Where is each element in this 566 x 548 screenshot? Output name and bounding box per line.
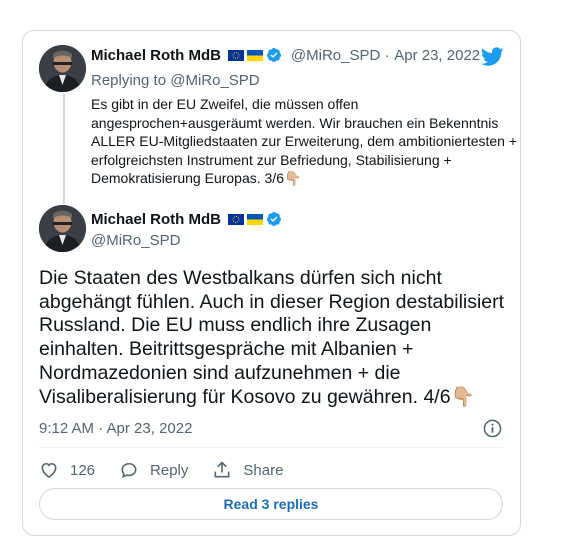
separator: · [384,47,390,64]
verified-badge-icon [267,48,282,62]
divider [39,447,503,448]
tweet-actions: 126 Reply Share [39,459,307,481]
quoted-tweet-header: Michael Roth MdB @MiRo_SPD · Apr 23, 202… [91,47,480,65]
ukraine-flag-icon [247,50,264,61]
reply-label: Reply [150,461,189,479]
avatar[interactable] [39,45,86,92]
read-replies-button[interactable]: Read 3 replies [39,488,503,520]
replying-to-label: Replying to [91,72,167,89]
share-button[interactable]: Share [212,460,283,480]
avatar[interactable] [39,205,86,252]
author-name[interactable]: Michael Roth MdB [91,47,221,64]
reply-button[interactable]: Reply [119,460,188,480]
replying-to-handle[interactable]: @MiRo_SPD [170,72,259,89]
tweet-timestamp[interactable]: 9:12 AM · Apr 23, 2022 [39,420,192,437]
thread-line [63,94,65,204]
main-tweet-header: Michael Roth MdB [91,211,282,229]
share-icon [214,461,230,478]
share-label: Share [243,461,284,479]
quoted-tweet-text: Es gibt in der EU Zweifel, die müssen of… [91,96,518,186]
author-handle[interactable]: @MiRo_SPD [291,47,380,64]
like-count: 126 [70,461,96,479]
eu-flag-icon [228,214,245,225]
replying-to-line: Replying to @MiRo_SPD [91,72,260,89]
like-button[interactable]: 126 [39,460,95,480]
twitter-bird-icon[interactable] [481,47,504,67]
author-name[interactable]: Michael Roth MdB [91,211,221,228]
reply-bubble-icon [121,462,137,479]
main-tweet-text: Die Staaten des Westbalkans dürfen sich … [39,267,505,408]
verified-badge-icon [267,212,282,226]
eu-flag-icon [228,50,245,61]
tweet-date[interactable]: Apr 23, 2022 [394,47,480,64]
author-handle[interactable]: @MiRo_SPD [91,232,180,249]
heart-icon [41,462,57,479]
info-icon[interactable] [483,419,502,438]
ukraine-flag-icon [247,214,264,225]
